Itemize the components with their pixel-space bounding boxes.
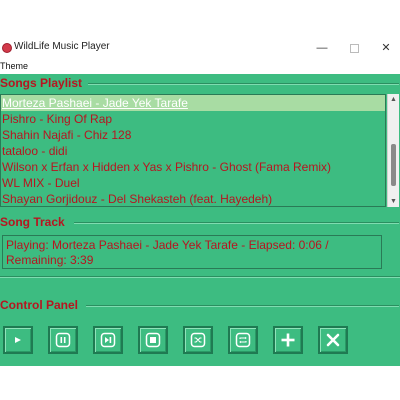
shuffle-icon	[190, 332, 206, 348]
app-icon	[2, 43, 12, 53]
playlist-item[interactable]: Shayan Gorjidouz - Del Shekasteh (feat. …	[1, 191, 385, 206]
track-heading: Song Track	[0, 215, 67, 229]
playlist-item[interactable]: WL MIX - Duel	[1, 175, 385, 191]
playlist-scrollbar[interactable]: ▲ ▼	[387, 94, 399, 207]
scroll-down-icon[interactable]: ▼	[388, 196, 399, 207]
close-button[interactable]: ✕	[376, 40, 396, 56]
playlist-listbox[interactable]: Morteza Pashaei - Jade Yek Tarafe Pishro …	[0, 94, 386, 207]
repeat-button[interactable]	[228, 326, 258, 354]
menu-theme[interactable]: Theme	[0, 61, 28, 71]
remove-button[interactable]	[318, 326, 348, 354]
add-button[interactable]	[273, 326, 303, 354]
playlist-item[interactable]: Wilson x Erfan x Hidden x Yas x Pishro -…	[1, 159, 385, 175]
window-title: WildLife Music Player	[14, 41, 110, 52]
maximize-button[interactable]	[344, 40, 364, 56]
track-frame-top	[74, 222, 399, 224]
pause-icon	[55, 332, 71, 348]
track-frame-bottom	[0, 276, 400, 278]
minimize-button[interactable]: —	[312, 40, 332, 56]
scroll-up-icon[interactable]: ▲	[388, 94, 399, 105]
remove-icon	[326, 333, 340, 347]
repeat-icon	[235, 332, 251, 348]
play-button[interactable]	[3, 326, 33, 354]
playlist-heading: Songs Playlist	[0, 76, 85, 90]
next-button[interactable]	[93, 326, 123, 354]
stop-icon	[145, 332, 161, 348]
playlist-item[interactable]: Pishro - King Of Rap	[1, 111, 385, 127]
playlist-item[interactable]: tataloo - didi	[1, 143, 385, 159]
pause-button[interactable]	[48, 326, 78, 354]
track-status-text: Playing: Morteza Pashaei - Jade Yek Tara…	[6, 238, 329, 267]
playlist-item[interactable]: Shahin Najafi - Chiz 128	[1, 127, 385, 143]
controls-heading: Control Panel	[0, 298, 81, 312]
maximize-icon	[349, 43, 359, 53]
play-icon	[15, 337, 21, 343]
scroll-thumb[interactable]	[391, 144, 396, 186]
track-status-box: Playing: Morteza Pashaei - Jade Yek Tara…	[2, 235, 382, 269]
next-icon	[100, 332, 116, 348]
title-bar: WildLife Music Player — ✕	[0, 38, 400, 60]
playlist-frame-top	[88, 83, 399, 85]
shuffle-button[interactable]	[183, 326, 213, 354]
playlist-item[interactable]: Morteza Pashaei - Jade Yek Tarafe	[1, 95, 385, 111]
controls-frame-top	[86, 305, 399, 307]
stop-button[interactable]	[138, 326, 168, 354]
add-icon	[281, 333, 295, 347]
menu-bar: Theme	[0, 60, 400, 74]
